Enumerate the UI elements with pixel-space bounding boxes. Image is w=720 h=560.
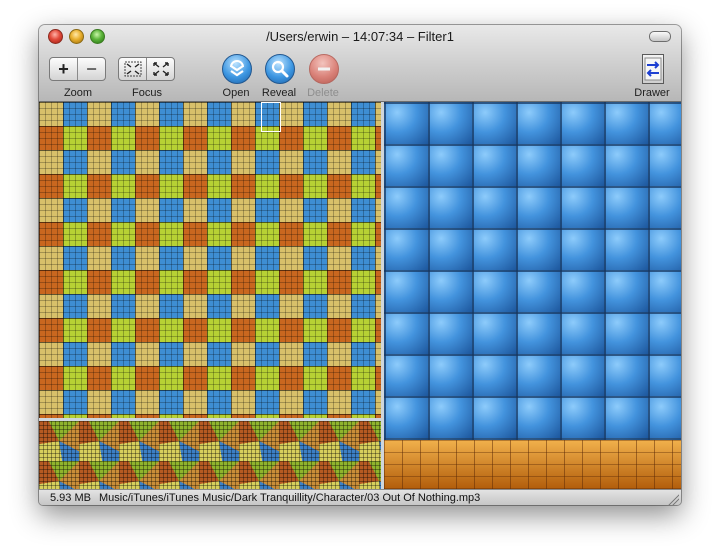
- treemap-region-small-files[interactable]: [39, 421, 381, 489]
- delete-label: Delete: [307, 87, 339, 99]
- zoom-out-button[interactable]: −: [77, 58, 105, 80]
- zoom-in-button[interactable]: +: [50, 58, 77, 80]
- focus-out-button[interactable]: [146, 58, 174, 80]
- window-title: /Users/erwin – 14:07:34 – Filter1: [266, 29, 454, 44]
- selected-file-highlight: [261, 102, 281, 132]
- treemap-region-mixed-files[interactable]: [39, 102, 381, 418]
- focus-label: Focus: [132, 87, 162, 99]
- focus-in-icon: [124, 61, 141, 77]
- open-button[interactable]: [222, 54, 252, 84]
- selected-file-size: 5.93 MB: [50, 492, 91, 504]
- status-bar: 5.93 MB Music/iTunes/iTunes Music/Dark T…: [39, 489, 681, 505]
- treemap-region-orange-files[interactable]: [384, 440, 681, 489]
- reveal-button[interactable]: [265, 54, 295, 84]
- treemap-view[interactable]: [39, 102, 681, 489]
- magnifier-icon: [271, 60, 289, 78]
- zoom-control: + −: [49, 57, 106, 81]
- minus-icon: [318, 67, 330, 71]
- resize-grip-icon[interactable]: [667, 493, 679, 505]
- drawer-button[interactable]: [642, 54, 664, 84]
- zoom-label: Zoom: [63, 87, 93, 99]
- app-window: /Users/erwin – 14:07:34 – Filter1 + − Zo…: [39, 25, 681, 505]
- drawer-arrows-icon: [644, 57, 662, 81]
- delete-button[interactable]: [309, 54, 339, 84]
- treemap-region-large-files[interactable]: [384, 102, 681, 440]
- focus-out-icon: [152, 62, 169, 76]
- toolbar: /Users/erwin – 14:07:34 – Filter1 + − Zo…: [39, 25, 681, 102]
- toolbar-toggle-button[interactable]: [649, 31, 671, 42]
- focus-in-button[interactable]: [119, 58, 146, 80]
- drawer-label: Drawer: [634, 87, 670, 99]
- open-icon: [230, 60, 244, 77]
- selected-file-path: Music/iTunes/iTunes Music/Dark Tranquill…: [99, 492, 481, 504]
- focus-control: [118, 57, 175, 81]
